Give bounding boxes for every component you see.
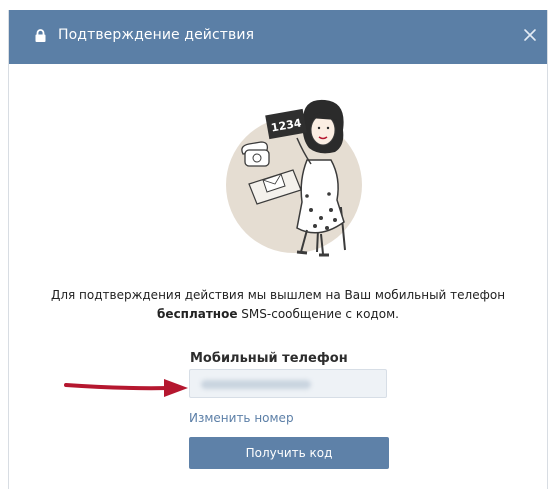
message-rest: SMS-сообщение с кодом. bbox=[237, 307, 399, 321]
phone-value-blurred bbox=[201, 380, 311, 389]
message-line-1: Для подтверждения действия мы вышлем на … bbox=[50, 288, 506, 302]
confirm-dialog: Подтверждение действия 1234 Для подтверж… bbox=[8, 10, 548, 489]
dialog-header: Подтверждение действия bbox=[9, 10, 547, 64]
change-number-link[interactable]: Изменить номер bbox=[189, 411, 294, 425]
dialog-title: Подтверждение действия bbox=[58, 27, 255, 43]
confirmation-message: Для подтверждения действия мы вышлем на … bbox=[9, 286, 547, 324]
message-bold: бесплатное bbox=[157, 307, 238, 321]
lock-icon bbox=[35, 29, 46, 42]
woman-with-phone-illustration: 1234 bbox=[226, 99, 362, 257]
red-arrow-icon bbox=[64, 379, 188, 397]
message-line-2: бесплатное SMS-сообщение с кодом. bbox=[9, 305, 547, 324]
phone-label: Мобильный телефон bbox=[190, 351, 348, 366]
close-icon[interactable] bbox=[519, 24, 541, 46]
get-code-button[interactable]: Получить код bbox=[189, 437, 389, 469]
